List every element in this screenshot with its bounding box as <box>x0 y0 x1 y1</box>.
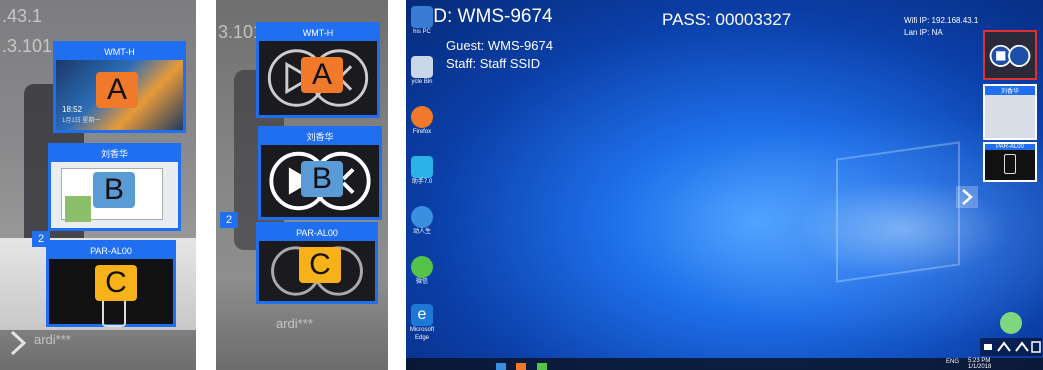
recycle-bin-icon <box>411 56 433 78</box>
device-card-title: 刘香华 <box>261 129 379 145</box>
chevron-right-icon[interactable] <box>8 328 28 358</box>
desktop-icon-label: 动人生 <box>412 229 431 235</box>
desktop-icon-recycle-bin[interactable]: ycle Bin <box>408 56 436 86</box>
wechat-icon <box>411 256 433 278</box>
thumbnail-date: 1月1日 星期一 <box>62 118 101 124</box>
desktop-icon-label: Microsoft Edge <box>409 327 435 341</box>
firefox-icon <box>411 106 433 128</box>
desktop-icon-assistant[interactable]: 助手7.0 <box>408 156 436 186</box>
wifi-ip-label: Wifi IP: 192.168.43.1 <box>904 16 979 25</box>
chevron-up-icon[interactable] <box>980 338 1042 356</box>
sidebar-card-par-al00[interactable]: PAR-AL00 <box>983 142 1037 182</box>
device-card-title: 刘香华 <box>51 146 178 162</box>
ghost-ip-text: .3.101 <box>2 36 53 56</box>
device-card-liu-xianghua[interactable]: 刘香华 B <box>48 143 181 231</box>
receiver-photo-1: .43.1 .3.101 WMT-H 18:52 1月1日 星期一 A 刘香华 … <box>0 0 196 370</box>
device-card-wmt-h[interactable]: WMT-H 18:52 1月1日 星期一 A <box>53 41 186 133</box>
taskbar-app-icon[interactable] <box>496 363 506 370</box>
clock-date: 1/1/2018 <box>968 364 992 370</box>
desktop-icon-label: his PC <box>413 29 431 35</box>
thumbnail-time: 18:52 <box>62 105 83 114</box>
desktop-icon-edge[interactable]: e Microsoft Edge <box>408 304 436 342</box>
ghost-text: ardi*** <box>276 316 313 331</box>
staff-ssid-label: Staff: Staff SSID <box>446 56 541 71</box>
device-card-liu-xianghua[interactable]: 刘香华 B <box>258 126 382 220</box>
desktop-icon-label: 助手7.0 <box>411 179 433 185</box>
windows-taskbar: ENG 5:23 PM 1/1/2018 <box>406 358 1043 370</box>
chevron-right-icon[interactable] <box>956 186 978 208</box>
tray-clock[interactable]: 5:23 PM 1/1/2018 <box>968 358 991 370</box>
ghost-text: ardi*** <box>34 332 71 347</box>
computer-icon <box>411 6 433 28</box>
cast-sidebar: 刘香华 PAR-AL00 <box>975 28 1041 188</box>
sidebar-card-liu-xianghua[interactable]: 刘香华 <box>983 84 1037 140</box>
receiver-photo-3-desktop: ID: WMS-9674 PASS: 00003327 Guest: WMS-9… <box>406 0 1043 370</box>
desktop-icon-label: 微信 <box>415 279 428 285</box>
nav-controls[interactable] <box>980 338 1042 356</box>
desktop-icon-label: Firefox <box>412 129 432 135</box>
desktop-icon-this-pc[interactable]: his PC <box>408 6 436 36</box>
windows-logo-pane <box>836 141 960 283</box>
guest-ssid-label: Guest: WMS-9674 <box>446 38 553 53</box>
device-card-par-al00[interactable]: PAR-AL00 C <box>46 240 176 327</box>
device-card-title: WMT-H <box>259 25 377 41</box>
device-id-label: ID: WMS-9674 <box>428 6 553 27</box>
label-badge-c: C <box>95 265 137 301</box>
label-badge-a: A <box>301 57 343 93</box>
desktop-icon-label: ycle Bin <box>411 79 433 85</box>
device-card-par-al00[interactable]: PAR-AL00 C <box>256 222 378 304</box>
assistant-app-icon <box>411 156 433 178</box>
device-card-title: WMT-H <box>56 44 183 60</box>
cast-placeholder-icon <box>989 44 1031 68</box>
taskbar-app-icon[interactable] <box>536 363 547 370</box>
group-number-badge: 2 <box>220 212 238 228</box>
device-card-title: PAR-AL00 <box>259 225 375 241</box>
ghost-ip-text: .43.1 <box>2 6 43 26</box>
sidebar-card-title: 刘香华 <box>985 86 1035 95</box>
device-card-title: PAR-AL00 <box>49 243 173 259</box>
tray-language[interactable]: ENG <box>946 359 959 365</box>
pass-code-label: PASS: 00003327 <box>662 10 792 29</box>
desktop-icon-wechat[interactable]: 微信 <box>408 256 436 286</box>
image-preview <box>65 196 91 222</box>
receiver-photo-2: 3.101 WMT-H A 刘香华 B 2 PAR-AL00 C ardi*** <box>216 0 388 370</box>
label-badge-b: B <box>93 172 135 208</box>
gear-icon <box>411 206 433 228</box>
label-badge-a: A <box>96 72 138 108</box>
sidebar-card-wmt-h[interactable] <box>983 30 1037 80</box>
label-badge-b: B <box>301 161 343 197</box>
taskbar-app-icon[interactable] <box>516 363 527 370</box>
lan-ip-label: Lan IP: NA <box>904 28 943 37</box>
device-card-wmt-h[interactable]: WMT-H A <box>256 22 380 118</box>
sidebar-card-title: PAR-AL00 <box>985 144 1035 150</box>
edge-icon: e <box>411 304 433 326</box>
label-badge-c: C <box>299 247 341 283</box>
taskbar-pinned-apps[interactable] <box>496 359 676 370</box>
desktop-icon-firefox[interactable]: Firefox <box>408 106 436 136</box>
desktop-icon-driver-life[interactable]: 动人生 <box>408 206 436 236</box>
phone-icon <box>1004 154 1016 174</box>
status-indicator-icon <box>1000 312 1022 334</box>
